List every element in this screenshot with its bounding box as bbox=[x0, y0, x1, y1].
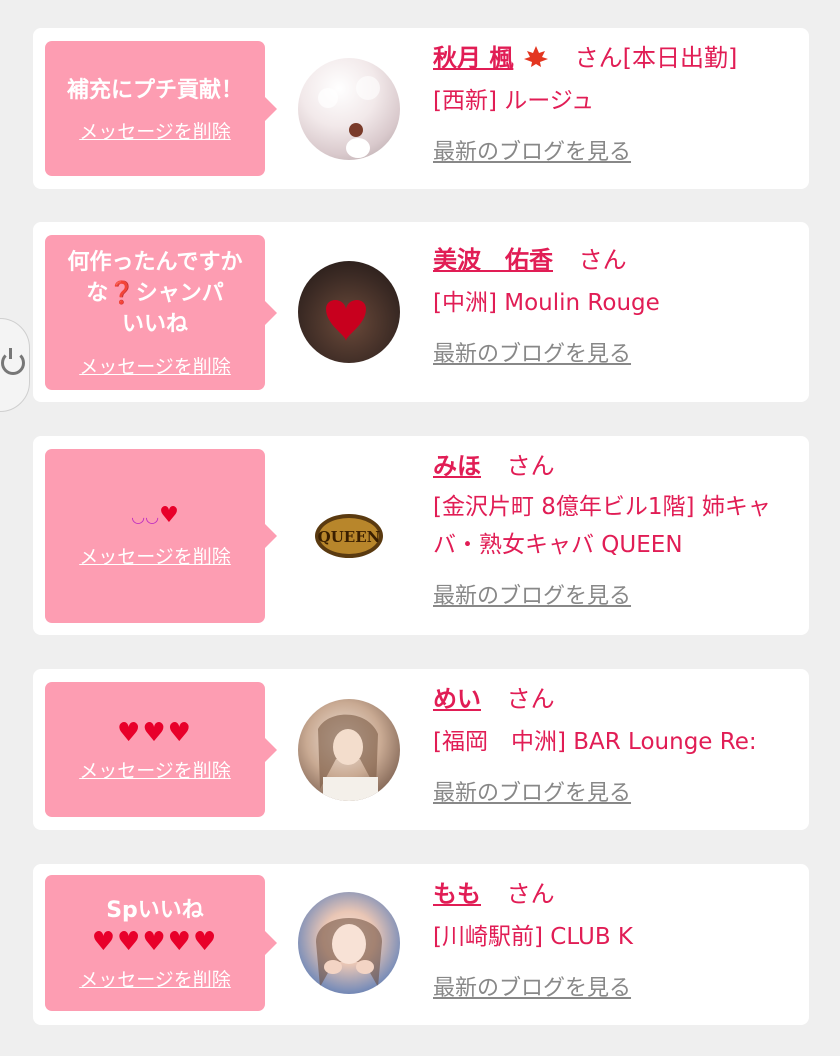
hearts-emoji-icon: ♥ bbox=[159, 503, 179, 528]
avatar[interactable]: QUEEN bbox=[298, 484, 400, 586]
cast-name-link[interactable]: めい bbox=[433, 685, 481, 713]
power-icon bbox=[1, 348, 25, 375]
avatar-image: QUEEN bbox=[315, 514, 383, 558]
message-bubble: Spいいね ♥♥♥♥♥ メッセージを削除 bbox=[45, 875, 277, 1011]
cast-name-link[interactable]: みほ bbox=[433, 452, 481, 480]
name-line: 美波 佑香 さん bbox=[433, 244, 793, 276]
avatar-image bbox=[318, 76, 380, 158]
side-tab[interactable] bbox=[0, 318, 30, 412]
name-line: 秋月 楓 さん[本日出勤] bbox=[433, 42, 793, 74]
shop-name: [川崎駅前] CLUB K bbox=[433, 924, 633, 950]
delete-message-link[interactable]: メッセージを削除 bbox=[79, 965, 231, 992]
avatar-image bbox=[316, 918, 382, 987]
cast-name-link[interactable]: 秋月 楓 bbox=[433, 44, 513, 72]
latest-blog-link[interactable]: 最新のブログを見る bbox=[433, 134, 631, 166]
shop-name: [金沢片町 8億年ビル1階] 姉キャバ・熟女キャバ QUEEN bbox=[433, 494, 771, 558]
emoji-message: ◡◡♥ bbox=[131, 503, 179, 528]
name-line: めい さん bbox=[433, 683, 793, 715]
queen-logo-text: QUEEN bbox=[318, 528, 381, 546]
message-bubble: 補充にプチ貢献！ メッセージを削除 bbox=[45, 41, 277, 176]
shop-name: [西新] ルージュ bbox=[433, 88, 595, 114]
latest-blog-link[interactable]: 最新のブログを見る bbox=[433, 775, 631, 807]
delete-message-link[interactable]: メッセージを削除 bbox=[79, 117, 231, 144]
message-hearts: ♥♥♥♥♥ bbox=[91, 927, 219, 957]
message-text: 補充にプチ貢献！ bbox=[66, 77, 243, 103]
name-line: みほ さん bbox=[433, 450, 793, 482]
message-bubble: ♥♥♥ メッセージを削除 bbox=[45, 682, 277, 817]
avatar[interactable] bbox=[298, 892, 400, 994]
cast-info: みほ さん [金沢片町 8億年ビル1階] 姉キャバ・熟女キャバ QUEEN 最新… bbox=[433, 450, 793, 610]
cast-info: 秋月 楓 さん[本日出勤] [西新] ルージュ 最新のブログを見る bbox=[433, 42, 793, 166]
delete-message-link[interactable]: メッセージを削除 bbox=[79, 542, 231, 569]
shop-name: [中洲] Moulin Rouge bbox=[433, 290, 660, 316]
honorific: さん bbox=[506, 452, 555, 480]
cast-name-link[interactable]: もも bbox=[433, 880, 481, 908]
honorific: さん bbox=[506, 685, 555, 713]
latest-blog-link[interactable]: 最新のブログを見る bbox=[433, 578, 631, 610]
honorific: さん bbox=[578, 246, 627, 274]
avatar[interactable] bbox=[298, 261, 400, 363]
message-text: Spいいね bbox=[106, 898, 204, 923]
maple-leaf-icon bbox=[524, 46, 548, 67]
latest-blog-link[interactable]: 最新のブログを見る bbox=[433, 336, 631, 368]
message-card: Spいいね ♥♥♥♥♥ メッセージを削除 もも さん [川崎駅前] CLUB K… bbox=[33, 864, 809, 1025]
message-text: ♥♥♥ bbox=[117, 717, 193, 748]
message-text: 何作ったんですか な❓シャンパ いいね bbox=[67, 249, 243, 337]
message-card: 何作ったんですか な❓シャンパ いいね メッセージを削除 美波 佑香 さん [中… bbox=[33, 222, 809, 402]
latest-blog-link[interactable]: 最新のブログを見る bbox=[433, 970, 631, 1002]
smile-emoji-icon: ◡◡ bbox=[131, 507, 160, 526]
message-bubble: 何作ったんですか な❓シャンパ いいね メッセージを削除 bbox=[45, 235, 277, 390]
cast-info: めい さん [福岡 中洲] BAR Lounge Re: 最新のブログを見る bbox=[433, 683, 793, 807]
delete-message-link[interactable]: メッセージを削除 bbox=[79, 352, 231, 379]
avatar-image bbox=[326, 300, 366, 341]
avatar[interactable] bbox=[298, 58, 400, 160]
message-bubble: ◡◡♥ メッセージを削除 bbox=[45, 449, 277, 623]
cast-info: もも さん [川崎駅前] CLUB K 最新のブログを見る bbox=[433, 878, 793, 1002]
avatar[interactable] bbox=[298, 699, 400, 801]
cast-info: 美波 佑香 さん [中洲] Moulin Rouge 最新のブログを見る bbox=[433, 244, 793, 368]
message-card: ◡◡♥ メッセージを削除 QUEEN みほ さん [金沢片町 8億年ビル1階] … bbox=[33, 436, 809, 635]
message-card: ♥♥♥ メッセージを削除 めい さん [福岡 中洲] BAR Lounge Re… bbox=[33, 669, 809, 830]
avatar-image bbox=[318, 714, 378, 801]
honorific: さん bbox=[506, 880, 555, 908]
delete-message-link[interactable]: メッセージを削除 bbox=[79, 756, 231, 783]
shop-name: [福岡 中洲] BAR Lounge Re: bbox=[433, 729, 757, 755]
cast-name-link[interactable]: 美波 佑香 bbox=[433, 246, 553, 274]
name-line: もも さん bbox=[433, 878, 793, 910]
honorific: さん[本日出勤] bbox=[574, 44, 738, 72]
message-card: 補充にプチ貢献！ メッセージを削除 秋月 楓 さん[本日出勤] [西新] ルージ… bbox=[33, 28, 809, 189]
